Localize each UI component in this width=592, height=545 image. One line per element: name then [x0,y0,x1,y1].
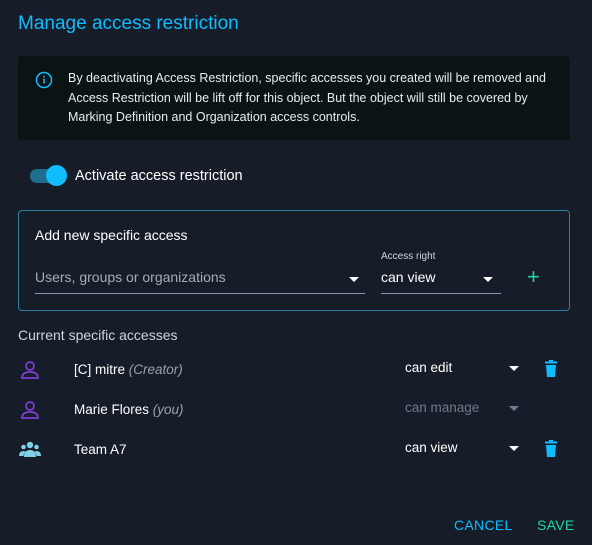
delete-icon[interactable] [543,360,559,378]
access-level-select[interactable]: can view [405,440,458,455]
access-level-select[interactable]: can edit [405,360,452,375]
info-text: By deactivating Access Restriction, spec… [68,71,547,124]
user-icon [21,361,39,379]
user-icon [21,401,39,419]
access-right-value: can view [381,269,436,285]
access-row: Marie Flores (you) can manage [0,390,592,430]
chevron-down-icon [509,406,519,411]
save-button[interactable]: SAVE [537,517,575,533]
chevron-down-icon [483,277,493,282]
current-accesses-title: Current specific accesses [18,327,178,343]
access-name: [C] mitre (Creator) [74,362,183,377]
toggle-label: Activate access restriction [75,168,243,184]
add-access-button[interactable]: + [527,266,540,288]
chevron-down-icon[interactable] [509,366,519,371]
access-row: [C] mitre (Creator) can edit [0,350,592,390]
access-restriction-toggle[interactable] [28,165,68,187]
add-access-panel: Add new specific access Users, groups or… [18,210,570,311]
manage-access-dialog: Manage access restriction By deactivatin… [0,0,592,545]
access-level-select: can manage [405,400,480,415]
group-icon [19,441,41,457]
users-groups-select[interactable]: Users, groups or organizations [35,269,365,294]
dialog-title: Manage access restriction [18,13,239,34]
access-right-select[interactable]: Access right can view [381,251,501,294]
access-name: Team A7 [74,442,127,457]
chevron-down-icon [349,277,359,282]
info-alert: By deactivating Access Restriction, spec… [18,56,570,140]
toggle-thumb [46,165,67,186]
users-select-placeholder: Users, groups or organizations [35,269,226,285]
access-right-label: Access right [381,251,436,262]
add-access-title: Add new specific access [35,227,188,243]
cancel-button[interactable]: CANCEL [454,517,513,533]
access-row: Team A7 can view [0,430,592,470]
access-name: Marie Flores (you) [74,402,184,417]
chevron-down-icon[interactable] [509,446,519,451]
info-icon [35,71,53,89]
delete-icon[interactable] [543,440,559,458]
